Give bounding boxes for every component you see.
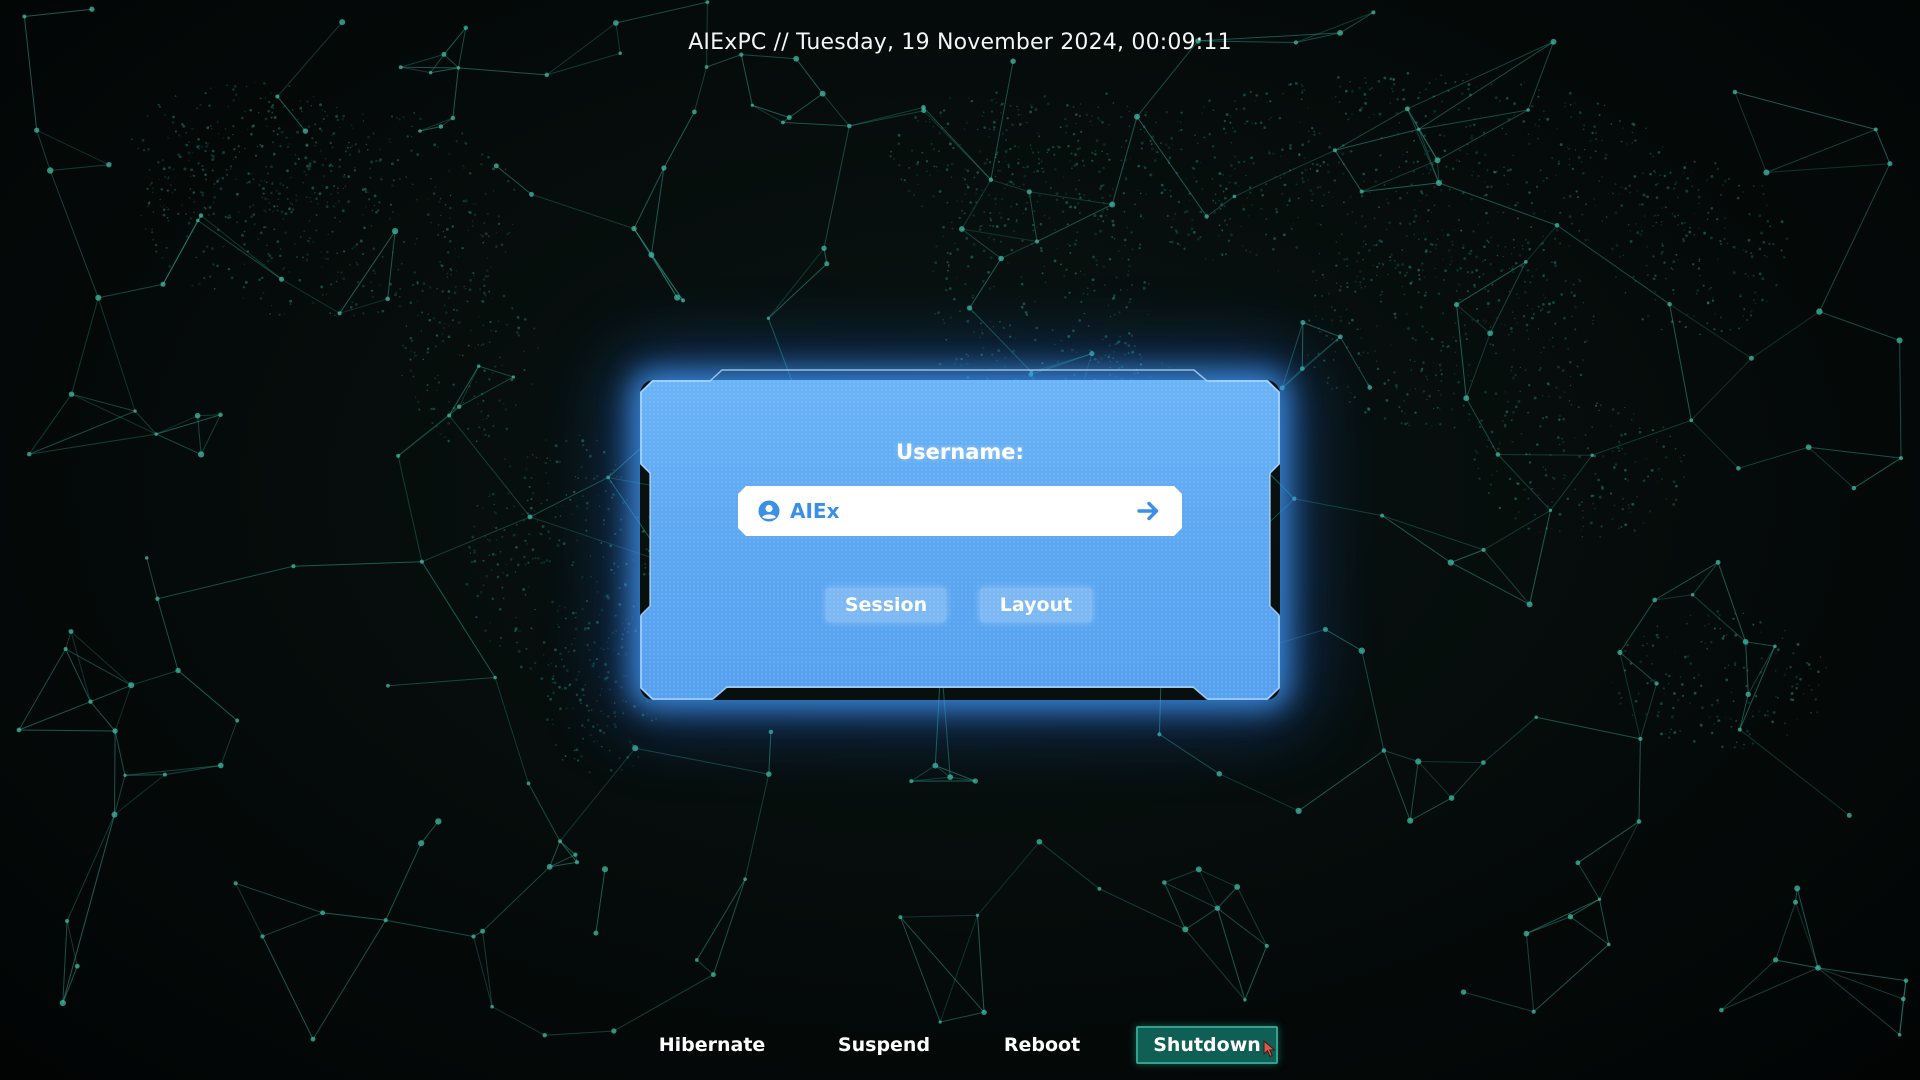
arrow-right-icon[interactable] xyxy=(1136,499,1162,523)
reboot-button[interactable]: Reboot xyxy=(990,1026,1094,1064)
login-screen: AIExPC // Tuesday, 19 November 2024, 00:… xyxy=(0,0,1920,1080)
username-label: Username: xyxy=(896,440,1024,464)
mouse-cursor-icon xyxy=(1263,1040,1276,1058)
user-circle-icon xyxy=(758,500,780,522)
login-panel: Username: Session Layout xyxy=(640,380,1280,700)
hostname-clock: AIExPC // Tuesday, 19 November 2024, 00:… xyxy=(688,30,1232,55)
power-bar: Hibernate Suspend Reboot Shutdown xyxy=(0,1026,1920,1064)
shutdown-button[interactable]: Shutdown xyxy=(1136,1026,1278,1064)
username-field[interactable] xyxy=(738,486,1182,536)
suspend-button[interactable]: Suspend xyxy=(820,1026,948,1064)
session-button[interactable]: Session xyxy=(826,588,946,622)
username-input[interactable] xyxy=(790,495,1120,527)
layout-button[interactable]: Layout xyxy=(980,588,1092,622)
hibernate-button[interactable]: Hibernate xyxy=(640,1026,784,1064)
